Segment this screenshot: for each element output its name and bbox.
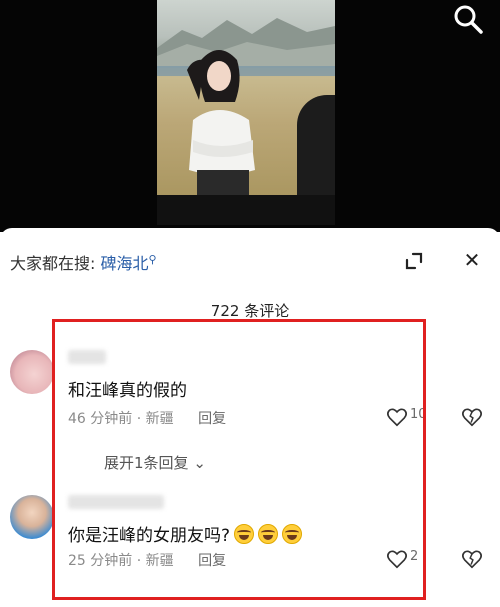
avatar[interactable]	[10, 495, 54, 539]
heart-icon	[387, 408, 407, 427]
search-icon[interactable]	[451, 2, 485, 36]
comment-text-content: 你是汪峰的女朋友吗?	[68, 526, 231, 546]
close-icon[interactable]: ✕	[460, 248, 484, 272]
like-count: 10	[410, 407, 427, 422]
heart-icon	[387, 550, 407, 569]
expand-replies-label: 展开1条回复	[104, 454, 189, 472]
comment-time: 46 分钟前	[68, 411, 133, 427]
comment-text: 和汪峰真的假的	[68, 381, 187, 401]
username-blurred[interactable]	[68, 495, 164, 509]
like-count: 2	[410, 549, 419, 564]
video-player[interactable]	[0, 0, 500, 232]
video-bottom-bar	[157, 195, 335, 225]
username-blurred[interactable]	[68, 350, 106, 364]
trending-prefix: 大家都在搜:	[10, 254, 96, 273]
comment-location: 新疆	[145, 553, 174, 569]
laughing-emoji-icon	[258, 524, 279, 544]
avatar[interactable]	[10, 350, 54, 394]
like-button[interactable]: 10	[386, 406, 427, 428]
broken-heart-icon[interactable]	[461, 406, 483, 428]
comment-location: 新疆	[145, 411, 174, 427]
dark-foreground-object	[297, 95, 335, 205]
comment-text: 你是汪峰的女朋友吗?	[68, 521, 303, 546]
collapse-icon[interactable]	[403, 250, 425, 272]
woman-figure	[187, 50, 255, 200]
trending-search[interactable]: 大家都在搜: 碑海北⚲	[10, 250, 157, 274]
like-button[interactable]: 2	[386, 548, 426, 570]
comment-meta: 25 分钟前 · 新疆 回复	[68, 553, 227, 569]
search-small-icon: ⚲	[148, 253, 157, 266]
reply-button[interactable]: 回复	[198, 553, 226, 569]
expand-replies-button[interactable]: 展开1条回复 ⌄	[104, 452, 206, 473]
broken-heart-icon[interactable]	[461, 548, 483, 570]
comment-time: 25 分钟前	[68, 553, 133, 569]
comment-meta: 46 分钟前 · 新疆 回复	[68, 411, 227, 427]
comment-sheet: 大家都在搜: 碑海北⚲ ✕ 722 条评论 和汪峰真的假的 46 分钟前 · 新…	[0, 228, 500, 607]
laughing-emoji-icon	[234, 524, 255, 544]
video-frame	[157, 0, 335, 205]
reply-button[interactable]: 回复	[198, 411, 226, 427]
comment-count: 722 条评论	[210, 302, 290, 320]
chevron-down-icon: ⌄	[193, 454, 206, 472]
laughing-emoji-icon	[282, 524, 303, 544]
trending-keyword[interactable]: 碑海北	[101, 254, 149, 273]
